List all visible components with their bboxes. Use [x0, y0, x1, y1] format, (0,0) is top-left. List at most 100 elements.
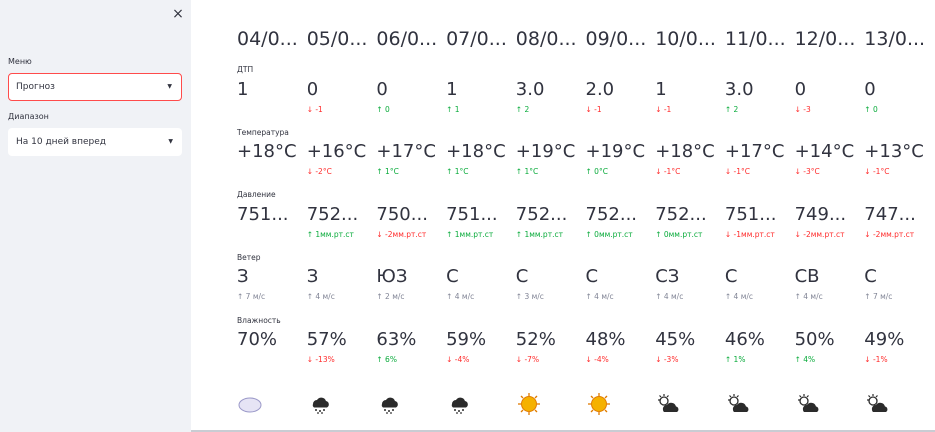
sidebar: × Меню Прогноз ▼ Диапазон На 10 дней впе… — [0, 0, 191, 432]
dtp-value: 0 — [306, 79, 319, 100]
pressure-delta: ↑ 1мм.рт.ст — [306, 230, 354, 239]
range-label: Диапазон — [8, 112, 49, 121]
day-date: 11/0... — [724, 28, 786, 50]
temperature-delta: ↓ -3°C — [794, 167, 820, 176]
wind-direction-value: СВ — [794, 266, 820, 287]
dtp-value: 0 — [864, 79, 876, 100]
range-select[interactable]: На 10 дней вперед ▼ — [8, 128, 182, 156]
wind-speed-delta: ↑ 4 м/с — [306, 292, 335, 301]
wind-speed-delta: ↑ 4 м/с — [585, 292, 614, 301]
dtp-delta: ↑ 2 — [515, 105, 530, 114]
wind-speed-delta: ↑ 7 м/с — [237, 292, 266, 301]
chevron-down-icon: ▼ — [167, 83, 172, 90]
temperature-delta: ↓ -2°C — [306, 167, 332, 176]
partly-cloudy-icon — [725, 392, 751, 416]
pressure-value: 752... — [585, 204, 638, 225]
dtp-delta: ↑ 1 — [446, 105, 460, 114]
wind-direction-value: З — [306, 266, 319, 287]
wind-speed-delta: ↑ 4 м/с — [655, 292, 684, 301]
dtp-value: 1 — [237, 79, 249, 100]
wind-speed-delta: ↑ 7 м/с — [864, 292, 893, 301]
humidity-value: 52% — [515, 329, 556, 350]
wind-speed-delta: ↑ 2 м/с — [376, 292, 405, 301]
day-date: 06/0... — [376, 28, 438, 50]
pressure-value: 751... — [446, 204, 498, 225]
dtp-value: 0 — [794, 79, 807, 100]
row-label-wind: Ветер — [237, 253, 261, 262]
dtp-delta: ↑ 0 — [864, 105, 878, 114]
dtp-value: 1 — [655, 79, 667, 100]
wind-direction-value: ЮЗ — [376, 266, 408, 287]
temperature-value: +19°C — [515, 141, 576, 162]
menu-select-value: Прогноз — [16, 82, 55, 92]
humidity-value: 57% — [306, 329, 347, 350]
humidity-delta: ↑ 1% — [724, 355, 746, 364]
humidity-value: 70% — [237, 329, 278, 350]
range-select-value: На 10 дней вперед — [16, 137, 107, 147]
wind-direction-value: С — [864, 266, 877, 287]
temperature-delta: ↑ 1°C — [376, 167, 399, 176]
temperature-delta: ↓ -1°C — [724, 167, 751, 176]
humidity-delta: ↓ -4% — [446, 355, 470, 364]
pressure-value: 752... — [515, 204, 568, 225]
snow-icon — [307, 392, 333, 416]
humidity-value: 48% — [585, 329, 626, 350]
dtp-delta: ↑ 0 — [376, 105, 390, 114]
sun-icon — [516, 392, 542, 416]
humidity-value: 63% — [376, 329, 417, 350]
humidity-value: 50% — [794, 329, 835, 350]
day-date: 07/0... — [446, 28, 507, 50]
dtp-delta: ↓ -1 — [655, 105, 672, 114]
pressure-value: 752... — [306, 204, 359, 225]
day-date: 05/0... — [306, 28, 368, 50]
pressure-value: 752... — [655, 204, 707, 225]
dtp-delta: ↓ -1 — [306, 105, 323, 114]
close-sidebar-button[interactable]: × — [170, 6, 186, 22]
day-date: 08/0... — [515, 28, 577, 50]
pressure-value: 747... — [864, 204, 916, 225]
temperature-value: +14°C — [794, 141, 855, 162]
temperature-value: +19°C — [585, 141, 646, 162]
menu-label: Меню — [8, 57, 32, 66]
pressure-delta: ↓ -2мм.рт.ст — [794, 230, 845, 239]
wind-direction-value: З — [237, 266, 249, 287]
humidity-delta: ↑ 4% — [794, 355, 816, 364]
dtp-value: 1 — [446, 79, 458, 100]
wind-direction-value: СЗ — [655, 266, 680, 287]
dtp-delta: ↓ -3 — [794, 105, 811, 114]
day-date: 12/0... — [794, 28, 856, 50]
pressure-delta: ↓ -2мм.рт.ст — [864, 230, 915, 239]
wind-direction-value: С — [585, 266, 599, 287]
temperature-value: +18°C — [446, 141, 506, 162]
pressure-delta: ↓ -2мм.рт.ст — [376, 230, 427, 239]
chevron-down-icon: ▼ — [168, 138, 173, 145]
pressure-value: 751... — [237, 204, 289, 225]
snow-icon — [446, 392, 472, 416]
partly-cloudy-icon — [655, 392, 681, 416]
dtp-value: 0 — [376, 79, 388, 100]
row-label-temperature: Температура — [237, 128, 289, 137]
wind-speed-delta: ↑ 4 м/с — [446, 292, 475, 301]
dtp-value: 3.0 — [515, 79, 545, 100]
row-label-humidity: Влажность — [237, 316, 281, 325]
humidity-value: 49% — [864, 329, 905, 350]
day-date: 09/0... — [585, 28, 647, 50]
humidity-delta: ↑ 6% — [376, 355, 397, 364]
pressure-value: 750... — [376, 204, 428, 225]
pressure-delta: ↑ 0мм.рт.ст — [655, 230, 703, 239]
temperature-delta: ↑ 0°C — [585, 167, 608, 176]
menu-select[interactable]: Прогноз ▼ — [8, 73, 182, 101]
temperature-value: +13°C — [864, 141, 924, 162]
pressure-value: 751... — [724, 204, 777, 225]
wind-direction-value: С — [724, 266, 738, 287]
day-date: 10/0... — [655, 28, 716, 50]
temperature-value: +17°C — [376, 141, 436, 162]
temperature-delta: ↓ -1°C — [655, 167, 681, 176]
row-label-dtp: ДТП — [237, 65, 254, 74]
pressure-delta: ↑ 0мм.рт.ст — [585, 230, 633, 239]
temperature-value: +18°C — [237, 141, 297, 162]
partly-cloudy-icon — [795, 392, 821, 416]
cloud-icon — [237, 392, 263, 416]
pressure-delta: ↑ 1мм.рт.ст — [446, 230, 494, 239]
day-date: 13/0... — [864, 28, 926, 50]
